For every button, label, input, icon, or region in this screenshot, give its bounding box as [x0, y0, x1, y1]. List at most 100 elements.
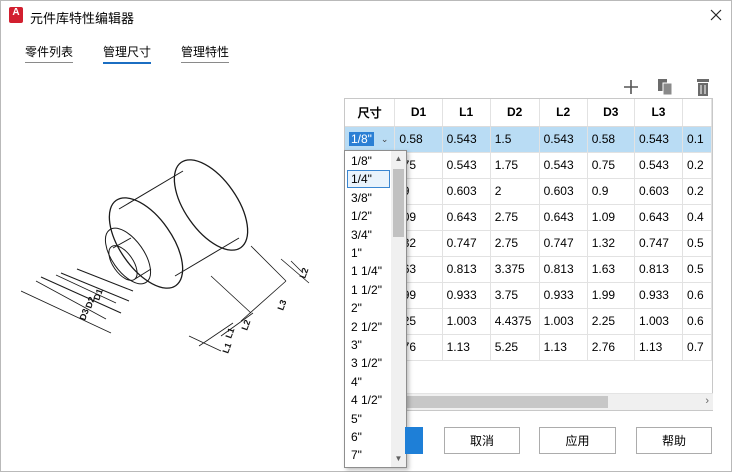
dropdown-option[interactable]: 1 1/2" [347, 281, 390, 299]
table-cell[interactable]: 0.813 [634, 256, 684, 283]
table-cell[interactable]: 0.75 [587, 152, 635, 179]
table-cell[interactable]: 1.63 [587, 256, 635, 283]
dropdown-option[interactable]: 4 1/2" [347, 391, 390, 409]
dropdown-option[interactable]: 2" [347, 299, 390, 317]
cancel-button[interactable]: 取消 [444, 427, 520, 454]
table-cell[interactable]: 3.375 [490, 256, 540, 283]
dropdown-option[interactable]: 3/8" [347, 189, 390, 207]
tab-parts-list[interactable]: 零件列表 [25, 43, 74, 63]
table-cell[interactable]: 0.543 [442, 152, 491, 179]
table-cell[interactable]: 1.13 [634, 334, 684, 361]
size-cell[interactable]: 1/8" ⌄ [345, 126, 396, 153]
table-cell[interactable]: 0.6 [682, 308, 712, 335]
table-cell[interactable]: 1.09 [587, 204, 635, 231]
table-cell[interactable]: 0.603 [539, 178, 588, 205]
scroll-thumb[interactable] [404, 396, 608, 408]
chevron-down-icon[interactable]: ⌄ [381, 134, 389, 145]
dropdown-option[interactable]: 3 1/2" [347, 354, 390, 372]
table-cell[interactable]: 1.99 [587, 282, 635, 309]
table-cell[interactable]: 0.7 [682, 334, 712, 361]
apply-button[interactable]: 应用 [539, 427, 616, 454]
table-cell[interactable]: 1.75 [490, 152, 540, 179]
table-cell[interactable]: 0.58 [394, 126, 443, 153]
table-cell[interactable]: 0.6 [682, 282, 712, 309]
chevron-down-icon[interactable]: ▼ [391, 451, 406, 467]
size-dropdown-list[interactable]: ▲ ▼ 1/8" 1/4" 3/8" 1/2" 3/4" 1" 1 1/4" 1 1/2" 2"… [344, 150, 407, 468]
table-cell[interactable]: 1.32 [587, 230, 635, 257]
table-cell[interactable]: 0.5 [682, 230, 712, 257]
table-cell[interactable]: 5.25 [490, 334, 540, 361]
table-cell[interactable]: 0.2 [682, 178, 712, 205]
dropdown-option[interactable]: 1/8" [347, 152, 390, 170]
column-header[interactable]: L3 [634, 99, 684, 127]
dropdown-option[interactable]: 3/4" [347, 226, 390, 244]
ok-button[interactable] [405, 427, 423, 454]
table-cell[interactable]: 0.543 [442, 126, 491, 153]
dropdown-option[interactable]: 7" [347, 446, 390, 464]
table-cell[interactable]: 0.933 [442, 282, 491, 309]
dropdown-option[interactable]: 3" [347, 336, 390, 354]
table-cell[interactable]: 0.543 [634, 152, 684, 179]
table-cell[interactable]: 0.813 [442, 256, 491, 283]
dropdown-option[interactable]: 8" [347, 465, 390, 468]
table-cell[interactable]: 0.643 [539, 204, 588, 231]
tab-manage-sizes[interactable]: 管理尺寸 [103, 43, 152, 64]
dropdown-option[interactable]: 6" [347, 428, 390, 446]
dropdown-option[interactable]: 2 1/2" [347, 318, 390, 336]
dropdown-option[interactable]: 1 1/4" [347, 262, 390, 280]
table-cell[interactable]: 0.747 [442, 230, 491, 257]
chevron-right-icon[interactable]: › [705, 395, 709, 407]
table-cell[interactable]: 1.13 [539, 334, 588, 361]
table-cell[interactable]: 2.76 [587, 334, 635, 361]
column-header[interactable]: D1 [394, 99, 443, 127]
table-cell[interactable]: 0.643 [634, 204, 684, 231]
table-cell[interactable]: 0.4 [682, 204, 712, 231]
table-cell[interactable]: 0.933 [539, 282, 588, 309]
table-cell[interactable]: 1.13 [442, 334, 491, 361]
table-row[interactable]: 1/8" ⌄ 0.58 0.543 1.5 0.543 0.58 0.543 0.1 [345, 126, 712, 153]
table-cell[interactable]: 0.603 [634, 178, 684, 205]
column-header[interactable] [682, 99, 712, 127]
table-cell[interactable]: 0.643 [442, 204, 491, 231]
table-cell[interactable]: 0.58 [587, 126, 635, 153]
column-header[interactable]: L2 [539, 99, 588, 127]
table-cell[interactable]: 2.75 [490, 230, 540, 257]
table-cell[interactable]: 1.5 [490, 126, 540, 153]
table-cell[interactable]: 0.543 [539, 126, 588, 153]
column-header[interactable]: D3 [587, 99, 635, 127]
dropdown-option[interactable]: 1" [347, 244, 390, 262]
table-cell[interactable]: 0.747 [539, 230, 588, 257]
close-button[interactable] [701, 1, 731, 29]
table-cell[interactable]: 0.543 [634, 126, 684, 153]
tab-manage-properties[interactable]: 管理特性 [181, 43, 230, 63]
table-cell[interactable]: 2.25 [587, 308, 635, 335]
delete-row-button[interactable] [693, 77, 713, 97]
table-cell[interactable]: 4.4375 [490, 308, 540, 335]
table-cell[interactable]: 0.1 [682, 126, 712, 153]
table-cell[interactable]: 2.75 [490, 204, 540, 231]
size-select-value[interactable]: 1/8" [349, 132, 374, 146]
table-cell[interactable]: 0.933 [634, 282, 684, 309]
table-cell[interactable]: 1.003 [539, 308, 588, 335]
dropdown-option[interactable]: 4" [347, 373, 390, 391]
dropdown-option[interactable]: 5" [347, 410, 390, 428]
chevron-up-icon[interactable]: ▲ [391, 151, 406, 167]
table-cell[interactable]: 0.813 [539, 256, 588, 283]
dropdown-scrollbar[interactable]: ▲ ▼ [391, 151, 406, 467]
dropdown-option[interactable]: 1/2" [347, 207, 390, 225]
table-cell[interactable]: 1.003 [634, 308, 684, 335]
table-cell[interactable]: 3.75 [490, 282, 540, 309]
table-cell[interactable]: 0.603 [442, 178, 491, 205]
table-cell[interactable]: 0.747 [634, 230, 684, 257]
column-header[interactable]: D2 [490, 99, 540, 127]
table-cell[interactable]: 0.2 [682, 152, 712, 179]
table-cell[interactable]: 0.5 [682, 256, 712, 283]
copy-row-button[interactable] [655, 77, 675, 97]
add-row-button[interactable] [621, 77, 641, 97]
table-cell[interactable]: 0.543 [539, 152, 588, 179]
table-cell[interactable]: 2 [490, 178, 540, 205]
scroll-thumb[interactable] [393, 169, 404, 237]
column-header[interactable]: 尺寸 [345, 99, 396, 127]
table-cell[interactable]: 1.003 [442, 308, 491, 335]
column-header[interactable]: L1 [442, 99, 491, 127]
